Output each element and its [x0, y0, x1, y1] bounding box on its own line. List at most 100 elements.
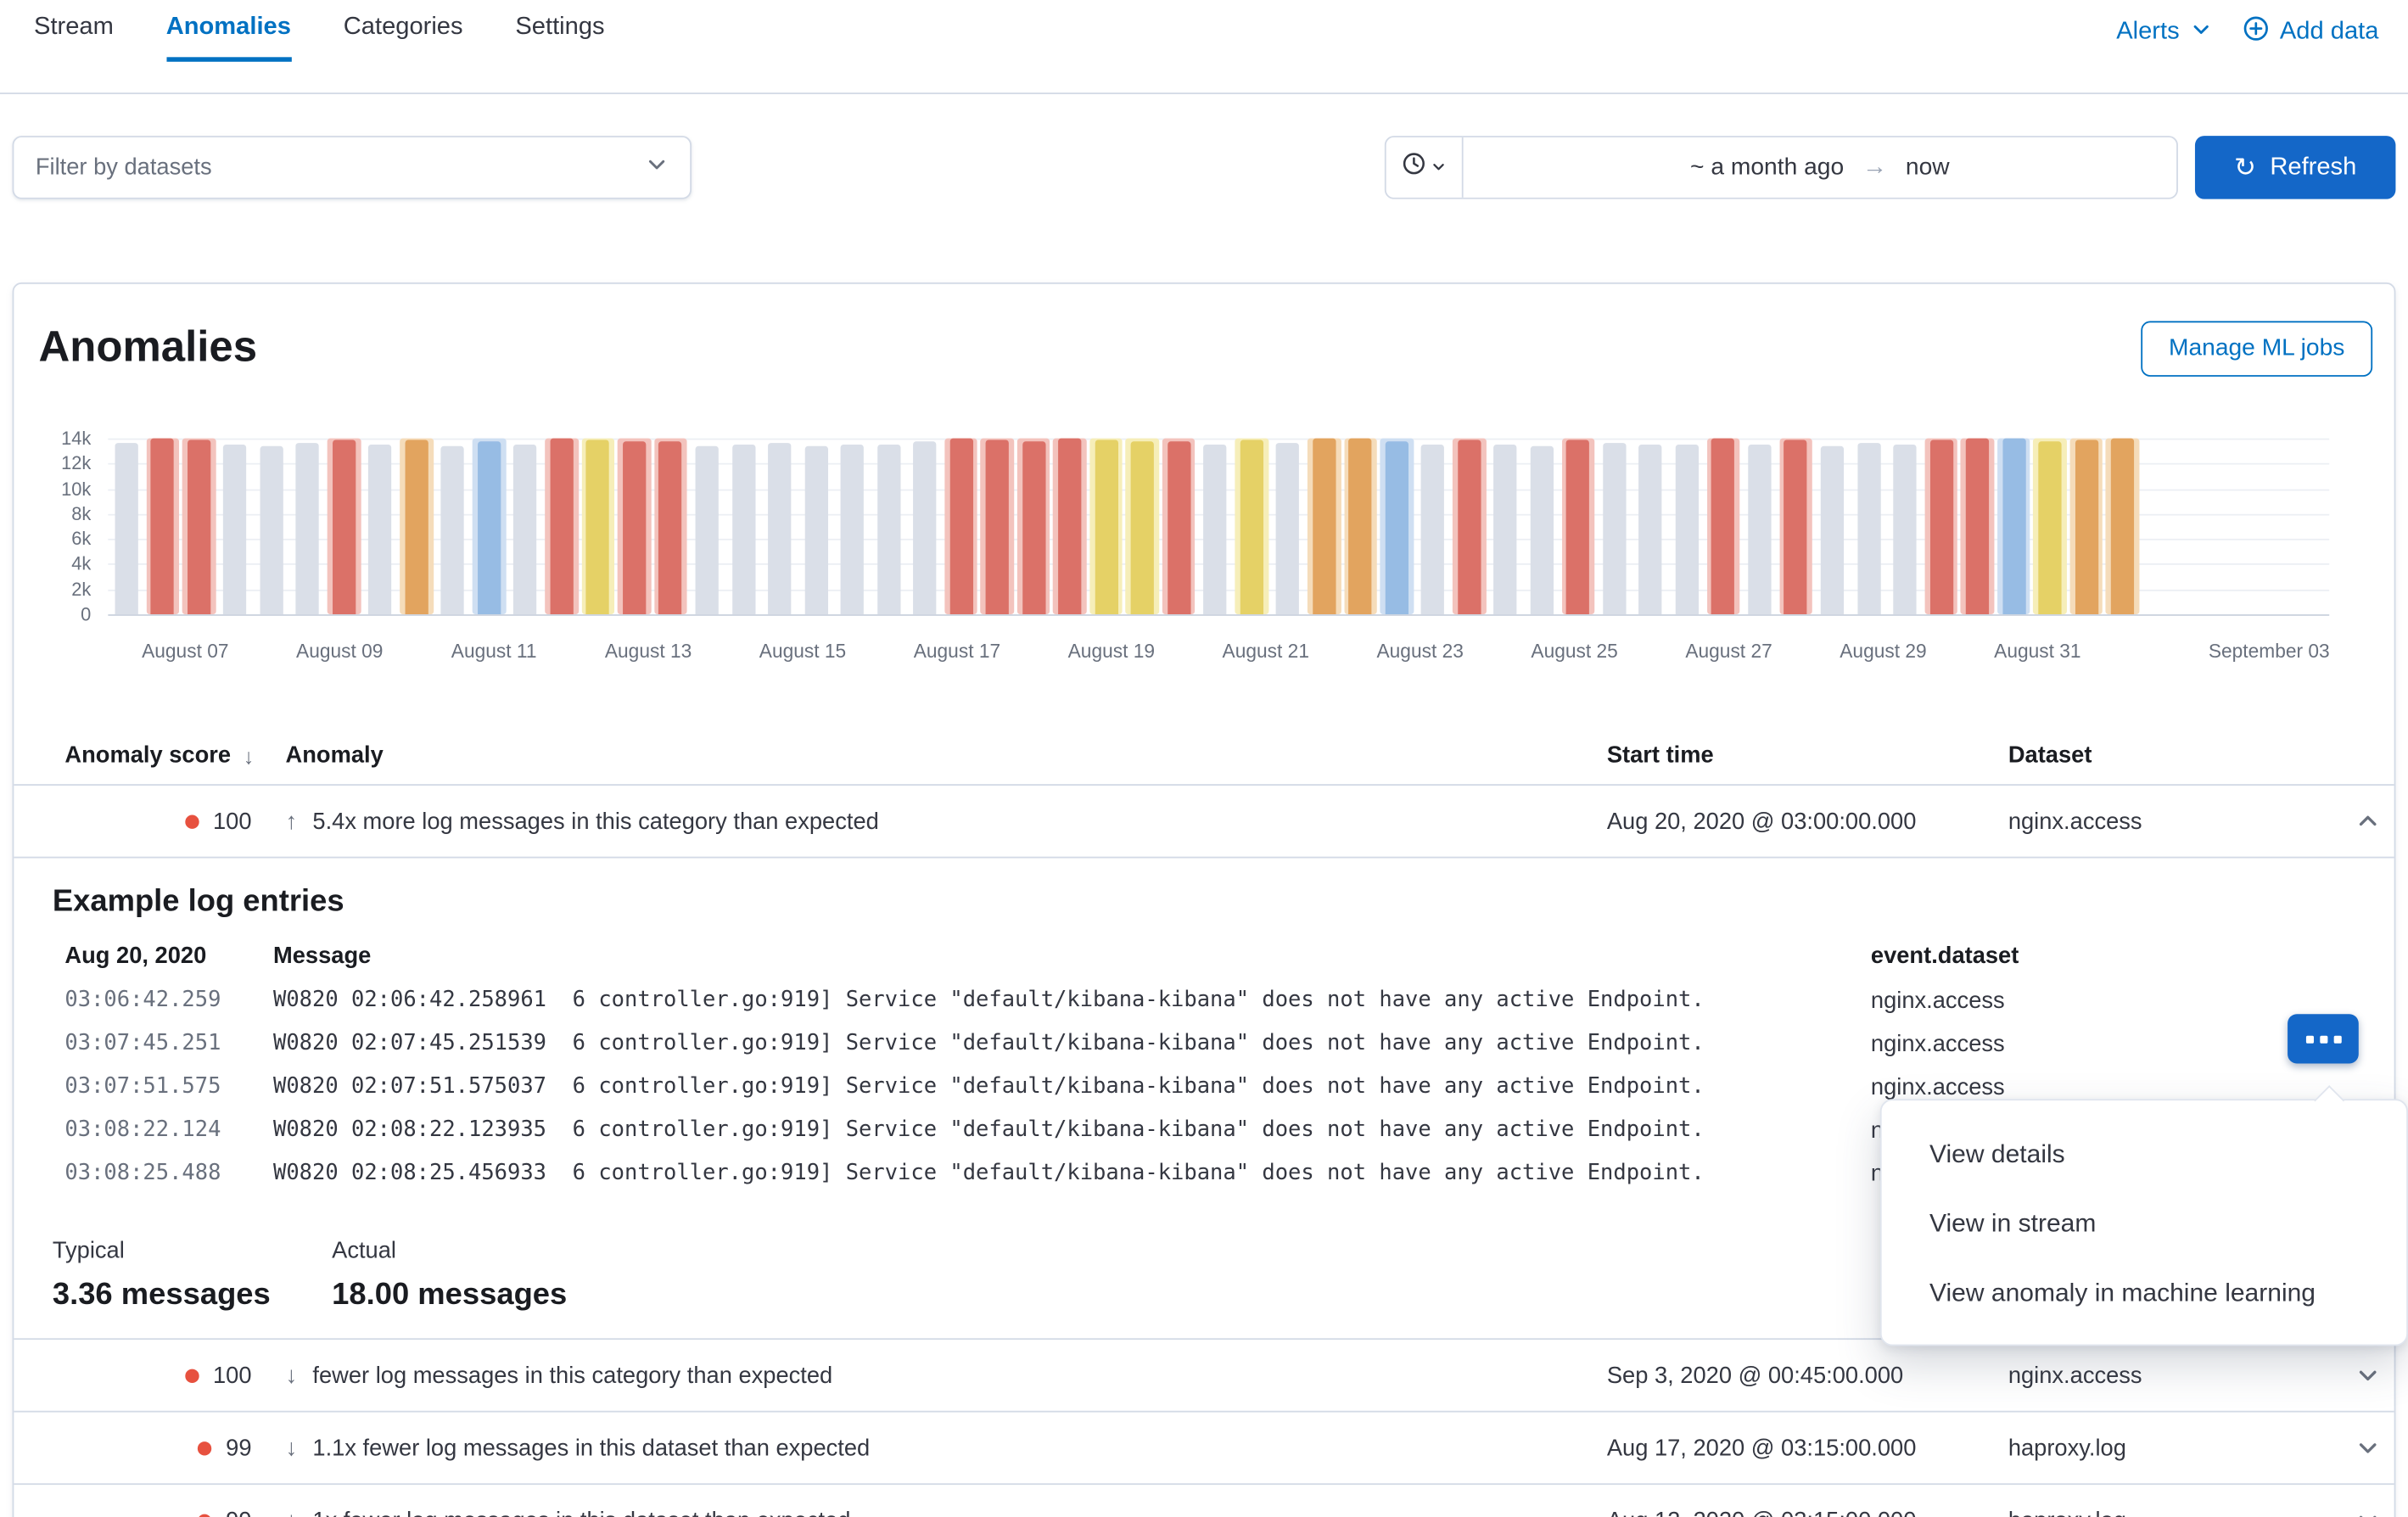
x-axis-tick-label: September 03 — [2209, 641, 2330, 662]
histogram-bar-slot — [1669, 439, 1705, 614]
histogram-bar-slot — [1269, 439, 1306, 614]
y-axis-tick-label: 8k — [14, 503, 91, 524]
chevron-down-icon — [1431, 154, 1446, 182]
histogram-bar-slot — [434, 439, 471, 614]
histogram-bar-slot — [1632, 439, 1669, 614]
anomaly-text: fewer log messages in this category than… — [312, 1362, 832, 1388]
x-axis-tick-label: August 13 — [605, 641, 692, 662]
histogram-bar-slot — [2032, 439, 2069, 614]
example-log-entries-title: Example log entries — [53, 883, 2357, 921]
histogram-bar — [1566, 439, 1589, 614]
histogram-bar — [441, 445, 464, 614]
log-time: 03:06:42.259 — [64, 988, 273, 1012]
typical-value: 3.36 messages — [53, 1277, 332, 1314]
arrow-right-icon: → — [1862, 154, 1887, 182]
add-data-button[interactable]: Add data — [2243, 15, 2378, 49]
trend-down-icon: ↓ — [286, 1507, 298, 1517]
anomaly-row[interactable]: 100 ↓ fewer log messages in this categor… — [14, 1340, 2394, 1413]
histogram-bar — [296, 443, 319, 614]
histogram-bar — [1421, 444, 1444, 614]
anomaly-text: 1x fewer log messages in this dataset th… — [312, 1507, 850, 1517]
log-entry-actions-button[interactable] — [2288, 1014, 2359, 1063]
plus-circle-icon — [2243, 15, 2269, 49]
x-axis-tick-label: August 25 — [1531, 641, 1617, 662]
log-message: W0820 02:08:25.456933 6 controller.go:91… — [273, 1161, 1871, 1185]
x-axis-tick-label: August 27 — [1685, 641, 1772, 662]
histogram-bar — [115, 444, 137, 614]
x-axis-tick-label: August 07 — [142, 641, 228, 662]
histogram-bar — [1857, 444, 1880, 614]
histogram-bar — [949, 439, 972, 614]
quick-select-button[interactable] — [1386, 137, 1464, 198]
refresh-button[interactable]: ↻ Refresh — [2195, 136, 2395, 199]
histogram-bar-slot — [1741, 439, 1778, 614]
histogram-bar — [2002, 439, 2025, 614]
histogram-bar — [550, 439, 573, 614]
histogram-bar-slot — [507, 439, 544, 614]
histogram-bar-slot — [362, 439, 399, 614]
menu-item-view-anomaly-in-ml[interactable]: View anomaly in machine learning — [1882, 1259, 2407, 1329]
histogram-bar-slot — [1996, 439, 2032, 614]
histogram-bar — [1458, 440, 1481, 614]
tab-anomalies[interactable]: Anomalies — [166, 14, 291, 61]
chevron-down-icon[interactable] — [2349, 1357, 2387, 1394]
anomaly-row[interactable]: 99 ↓ 1x fewer log messages in this datas… — [14, 1485, 2394, 1517]
histogram-bar-slot — [979, 439, 1016, 614]
histogram-bar-slot — [1451, 439, 1487, 614]
column-header-dataset: Dataset — [2008, 742, 2329, 769]
histogram-bar-slot — [326, 439, 362, 614]
y-axis-tick-label: 4k — [14, 553, 91, 574]
anomaly-row[interactable]: 100 ↑ 5.4x more log messages in this cat… — [14, 786, 2394, 859]
histogram-bar-slot — [1234, 439, 1270, 614]
column-header-start-time: Start time — [1607, 742, 1996, 769]
log-message: W0820 02:08:22.123935 6 controller.go:91… — [273, 1117, 1871, 1142]
histogram-bar-slot — [1887, 439, 1924, 614]
manage-ml-jobs-button[interactable]: Manage ML jobs — [2141, 321, 2372, 376]
column-header-anomaly: Anomaly — [286, 742, 1595, 769]
chevron-up-icon[interactable] — [2349, 803, 2387, 840]
tab-stream[interactable]: Stream — [34, 14, 114, 61]
alerts-dropdown[interactable]: Alerts — [2116, 18, 2212, 48]
histogram-bar-slot — [1596, 439, 1632, 614]
log-date-header: Aug 20, 2020 — [64, 943, 273, 969]
histogram-bar-slot — [181, 439, 217, 614]
chevron-down-icon[interactable] — [2349, 1430, 2387, 1467]
histogram-bar-slot — [2068, 439, 2104, 614]
chevron-down-icon[interactable] — [2349, 1502, 2387, 1517]
menu-item-view-in-stream[interactable]: View in stream — [1882, 1190, 2407, 1260]
histogram-bar-slot — [144, 439, 181, 614]
anomaly-row[interactable]: 99 ↓ 1.1x fewer log messages in this dat… — [14, 1413, 2394, 1486]
histogram-bar-slot — [2104, 439, 2141, 614]
histogram-bar — [659, 441, 682, 614]
histogram-bar — [731, 445, 754, 614]
log-time: 03:08:22.124 — [64, 1117, 273, 1142]
x-axis-tick-label: August 31 — [1994, 641, 2080, 662]
dataset-filter-combobox[interactable]: Filter by datasets — [13, 136, 692, 199]
start-time: Aug 20, 2020 @ 03:00:00.000 — [1607, 808, 1996, 834]
menu-item-view-details[interactable]: View details — [1882, 1121, 2407, 1190]
dataset-name: nginx.access — [2008, 1362, 2329, 1388]
time-end-text: now — [1906, 154, 1950, 182]
x-axis-tick-label: August 21 — [1223, 641, 1309, 662]
start-time: Aug 12, 2020 @ 03:15:00.000 — [1607, 1507, 1996, 1517]
x-axis-tick-label: August 17 — [914, 641, 1000, 662]
tab-settings[interactable]: Settings — [515, 14, 604, 61]
nav-tabs: Stream Anomalies Categories Settings — [34, 0, 605, 62]
refresh-icon: ↻ — [2234, 154, 2256, 181]
column-header-anomaly-score[interactable]: Anomaly score ↓ — [64, 742, 273, 769]
histogram-bar-slot — [1016, 439, 1052, 614]
histogram-bar — [369, 444, 392, 614]
log-entry-context-menu: View details View in stream View anomaly… — [1880, 1099, 2408, 1346]
date-range-field[interactable]: ~ a month ago → now — [1464, 137, 2176, 198]
histogram-bar — [223, 445, 246, 614]
histogram-plot[interactable] — [108, 439, 2141, 614]
trend-down-icon: ↓ — [286, 1362, 298, 1388]
histogram-bar — [1748, 445, 1771, 614]
refresh-label: Refresh — [2270, 154, 2356, 182]
histogram-bar — [333, 439, 356, 614]
tab-categories[interactable]: Categories — [344, 14, 463, 61]
filter-bar: Filter by datasets ~ a month ago → — [0, 136, 2408, 199]
log-message: W0820 02:07:51.575037 6 controller.go:91… — [273, 1074, 1871, 1099]
log-dataset: nginx.access — [1871, 1030, 2357, 1056]
anomaly-score: 100 — [213, 808, 252, 834]
